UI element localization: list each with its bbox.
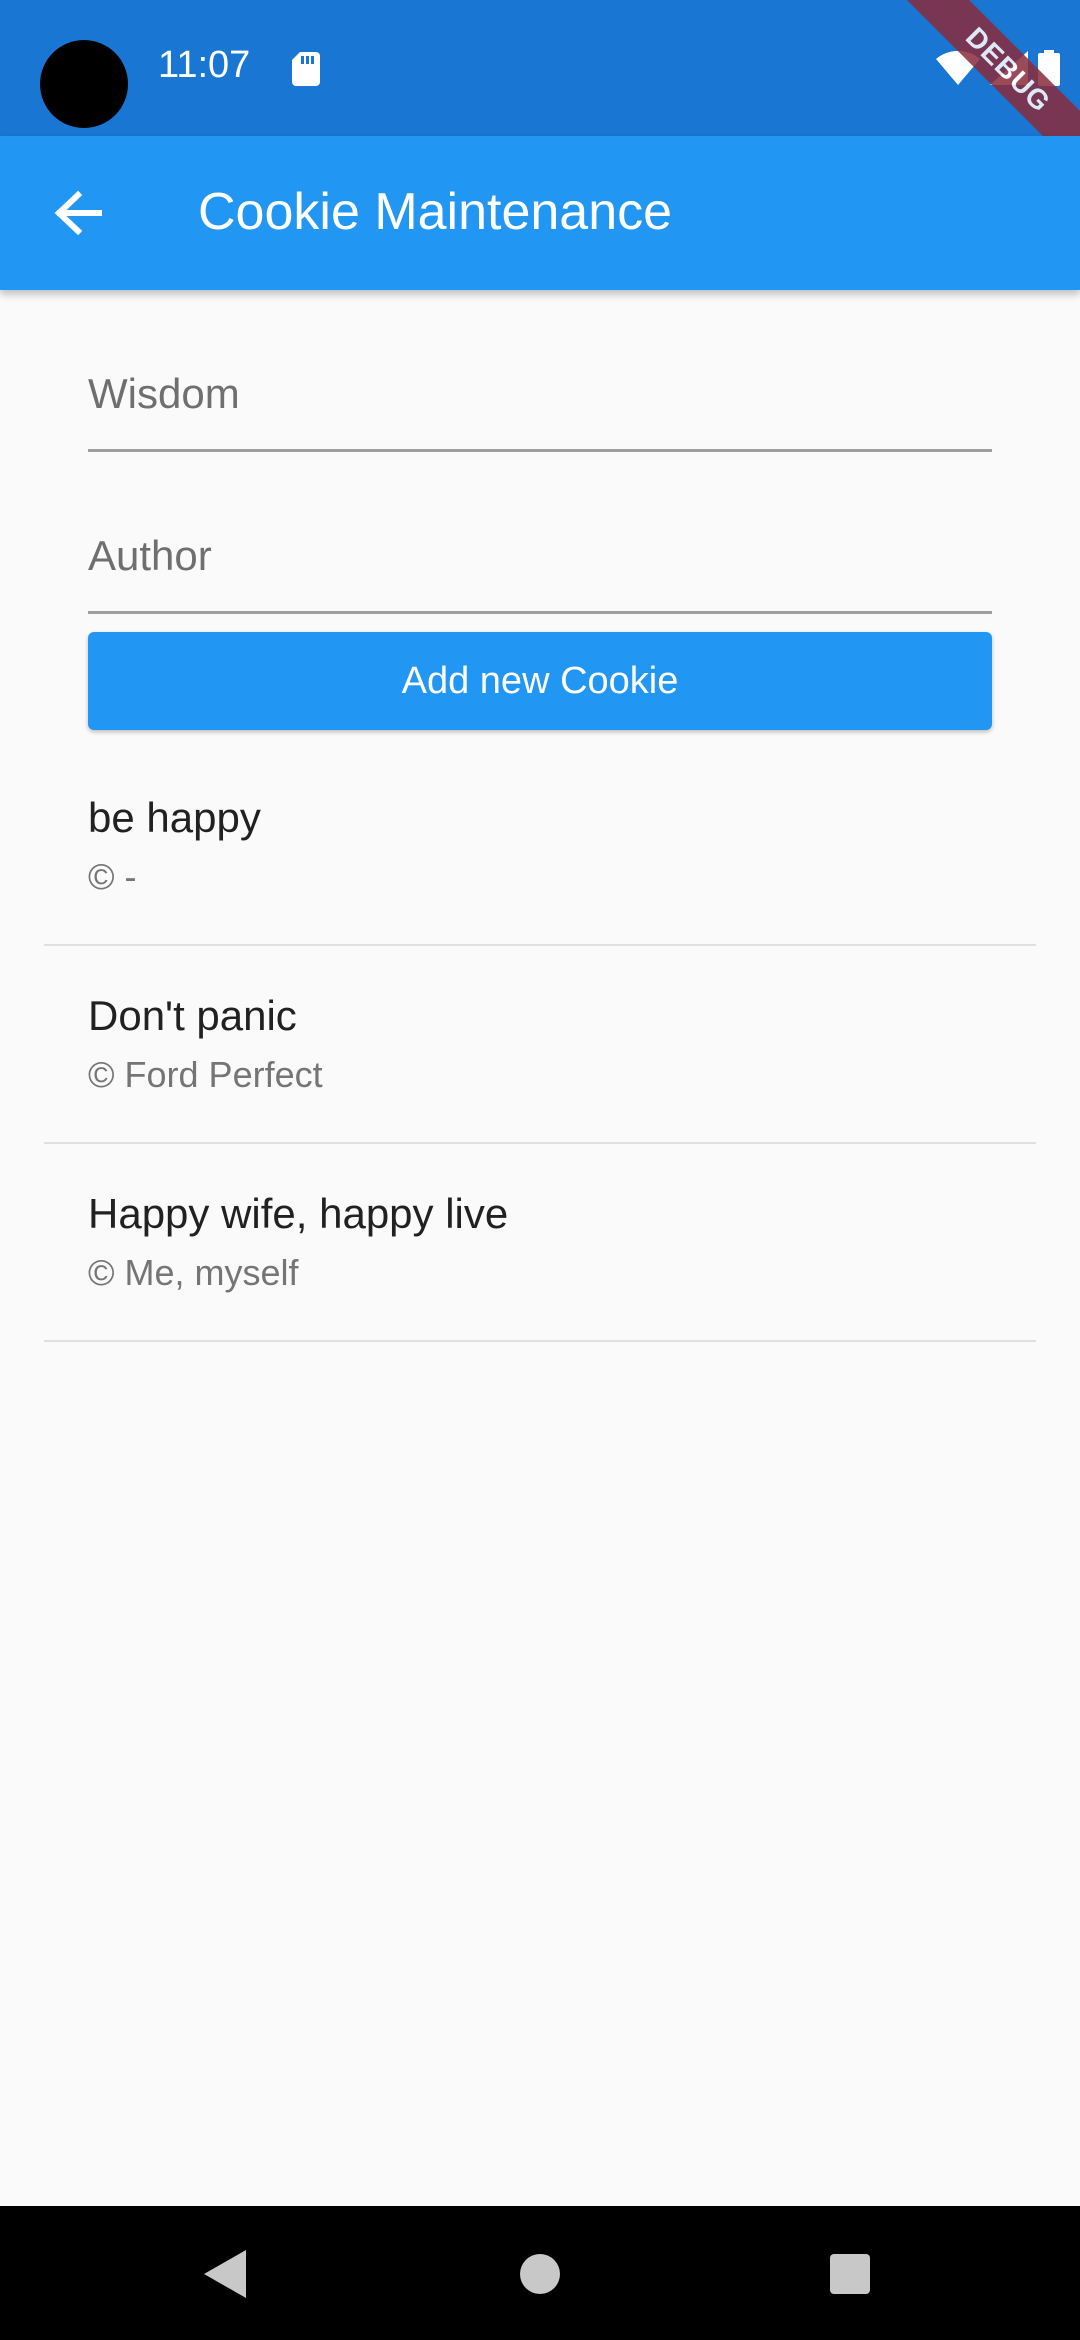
- author-field[interactable]: [88, 494, 992, 614]
- wisdom-input[interactable]: [88, 332, 992, 449]
- arrow-back-icon: [54, 191, 102, 235]
- page-title: Cookie Maintenance: [198, 183, 673, 241]
- cookie-wisdom: Happy wife, happy live: [88, 1190, 509, 1237]
- author-input[interactable]: [88, 494, 992, 611]
- back-button[interactable]: [36, 175, 120, 251]
- battery-icon: [1038, 50, 1060, 86]
- cookie-author: © Me, myself: [88, 1252, 299, 1293]
- status-icons: [936, 50, 1060, 86]
- signal-icon: [990, 51, 1028, 85]
- app-bar: Cookie Maintenance: [0, 136, 1080, 290]
- list-item[interactable]: be happy © -: [44, 748, 1036, 946]
- nav-home-icon[interactable]: [520, 2254, 560, 2294]
- cookie-wisdom: be happy: [88, 794, 261, 841]
- sd-card-icon: [292, 52, 320, 86]
- nav-back-icon[interactable]: [204, 2250, 246, 2298]
- status-time: 11:07: [158, 44, 251, 86]
- cookie-wisdom: Don't panic: [88, 992, 297, 1039]
- list-item[interactable]: Don't panic © Ford Perfect: [44, 946, 1036, 1144]
- cookie-author: © Ford Perfect: [88, 1054, 323, 1095]
- wisdom-field[interactable]: [88, 332, 992, 452]
- list-item[interactable]: Happy wife, happy live © Me, myself: [44, 1144, 1036, 1342]
- cookie-author: © -: [88, 856, 137, 897]
- cookie-list: be happy © - Don't panic © Ford Perfect …: [44, 748, 1036, 1342]
- camera-cutout: [40, 40, 128, 128]
- system-nav-bar: [0, 2206, 1080, 2340]
- add-cookie-button[interactable]: Add new Cookie: [88, 632, 992, 730]
- status-bar: 11:07 DEBUG: [0, 0, 1080, 178]
- nav-recents-icon[interactable]: [830, 2254, 870, 2294]
- wifi-icon: [936, 51, 980, 85]
